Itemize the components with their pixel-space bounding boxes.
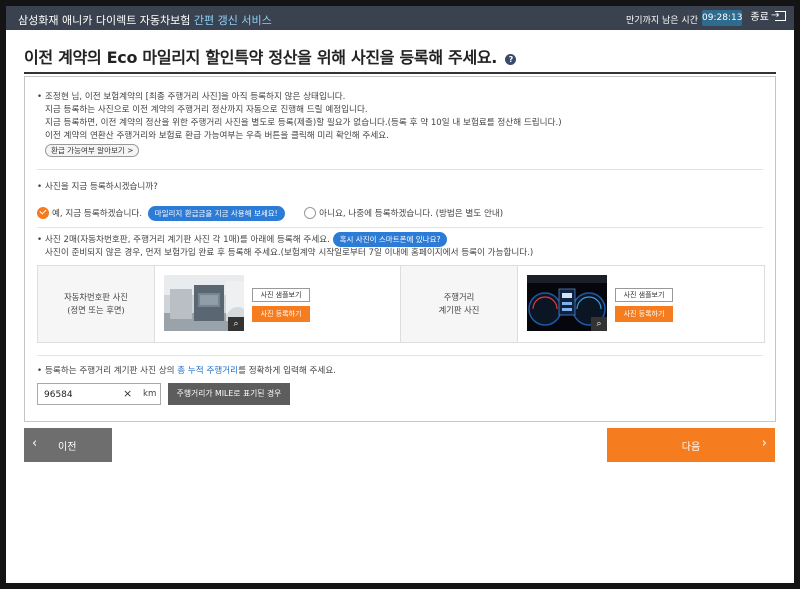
page-title-text: 이전 계약의 Eco 마일리지 할인특약 정산을 위해 사진을 등록해 주세요.	[24, 48, 498, 67]
notice-line-1: 조정현 님, 이전 보험계약의 [최종 주행거리 사진]을 아직 등록하지 않은…	[45, 92, 346, 102]
help-icon[interactable]: ?	[505, 54, 517, 65]
radio-unchecked-icon[interactable]	[304, 207, 317, 219]
register-question: • 사진을 지금 등록하시겠습니까?	[37, 182, 158, 192]
plate-photo-label-2: (정면 또는 후면)	[67, 305, 125, 315]
main-panel: • 조정현 님, 이전 보험계약의 [최종 주행거리 사진]을 아직 등록하지 않…	[24, 76, 776, 422]
option-no[interactable]: 아니요, 나중에 등록하겠습니다. (방법은 별도 안내)	[304, 207, 504, 219]
mileage-field[interactable]: × km	[37, 383, 161, 405]
section-divider	[37, 355, 763, 356]
exit-label: 종료	[750, 12, 769, 23]
gauge-register-button[interactable]: 사진 등록하기	[615, 306, 673, 322]
mileage-prompt-after: 를 정확하게 입력해 주세요.	[238, 366, 336, 376]
mileage-prompt: • 등록하는 주행거리 계기판 사진 상의 총 누적 주행거리를 정확하게 입력해…	[37, 366, 336, 376]
plate-sample-button[interactable]: 사진 샘플보기	[252, 288, 310, 302]
option-yes[interactable]: 예, 지금 등록하겠습니다.	[37, 207, 145, 219]
gauge-photo-thumbnail[interactable]: ⌕	[527, 275, 607, 331]
photo-instruction: • 사진 2매(자동차번호판, 주행거리 계기판 사진 각 1매)를 아래에 등록…	[37, 232, 533, 260]
exit-button[interactable]: 종료	[750, 8, 786, 26]
notice-line-3: 지금 등록하면, 이전 계약의 정산을 위한 주행거리 사진을 별도로 등록(제…	[45, 118, 562, 128]
option-no-label: 아니요, 나중에 등록하겠습니다. (방법은 별도 안내)	[319, 209, 504, 219]
chevron-left-icon: ‹	[32, 436, 38, 451]
mileage-prompt-before: 등록하는 주행거리 계기판 사진 상의	[45, 366, 178, 376]
plate-register-button[interactable]: 사진 등록하기	[252, 306, 310, 322]
notice-section: • 조정현 님, 이전 보험계약의 [최종 주행거리 사진]을 아직 등록하지 않…	[37, 92, 562, 157]
mileage-unit: km	[143, 389, 157, 399]
smartphone-photo-pill[interactable]: 혹시 사진이 스마트폰에 있나요?	[332, 232, 448, 247]
countdown-timer: 09:28:13	[702, 10, 742, 26]
next-label: 다음	[681, 442, 701, 453]
section-divider	[37, 227, 763, 228]
top-bar: 삼성화재 애니카 다이렉트 자동차보험 간편 갱신 서비스 만기까지 남은 시간…	[6, 6, 794, 30]
next-button[interactable]: 다음 ›	[607, 428, 775, 462]
plate-photo-label-1: 자동차번호판 사진	[64, 292, 128, 302]
mileage-input[interactable]	[44, 387, 114, 402]
plate-photo-label: 자동차번호판 사진 (정면 또는 후면)	[38, 266, 154, 342]
register-options: 예, 지금 등록하겠습니다. 마일리지 환급금을 지금 사용해 보세요! 아니요…	[37, 206, 503, 222]
photo-instruction-line-2: 사진이 준비되지 않은 경우, 먼저 보험가입 완료 후 등록해 주세요.(보험…	[45, 248, 534, 258]
search-icon[interactable]: ⌕	[591, 317, 607, 331]
app-title-text: 삼성화재 애니카 다이렉트 자동차보험	[18, 14, 191, 27]
prev-button[interactable]: ‹ 이전	[24, 428, 112, 462]
exit-icon	[771, 8, 786, 24]
photo-upload-table: 자동차번호판 사진 (정면 또는 후면) ⌕ 사진 샘플보기 사진 등록하기 주…	[37, 265, 765, 343]
refund-check-button[interactable]: 환급 가능여부 알아보기 >	[45, 144, 140, 157]
register-question-text: 사진을 지금 등록하시겠습니까?	[45, 182, 158, 192]
prev-label: 이전	[58, 442, 77, 453]
section-divider	[37, 169, 763, 170]
title-divider	[24, 72, 776, 74]
app-title-accent: 간편 갱신 서비스	[193, 14, 272, 27]
mileage-prompt-highlight: 총 누적 주행거리	[177, 366, 239, 376]
page-title: 이전 계약의 Eco 마일리지 할인특약 정산을 위해 사진을 등록해 주세요.…	[24, 44, 517, 68]
notice-line-2: 지금 등록하는 사진으로 이전 계약의 주행거리 정산까지 자동으로 진행해 드…	[45, 105, 368, 115]
plate-photo-thumbnail[interactable]: ⌕	[164, 275, 244, 331]
remaining-time-label: 만기까지 남은 시간	[626, 16, 698, 26]
gauge-photo-label: 주행거리 계기판 사진	[401, 266, 517, 342]
notice-line-4: 이전 계약의 연환산 주행거리와 보험료 환급 가능여부는 우측 버튼을 클릭해…	[45, 131, 389, 141]
app-frame: 삼성화재 애니카 다이렉트 자동차보험 간편 갱신 서비스 만기까지 남은 시간…	[6, 6, 794, 583]
chevron-right-icon: ›	[761, 436, 767, 451]
photo-instruction-line-1: 사진 2매(자동차번호판, 주행거리 계기판 사진 각 1매)를 아래에 등록해…	[45, 235, 330, 245]
clear-icon[interactable]: ×	[123, 387, 132, 400]
mile-unit-button[interactable]: 주행거리가 MILE로 표기된 경우	[168, 383, 290, 405]
option-yes-label: 예, 지금 등록하겠습니다.	[52, 209, 142, 219]
radio-checked-icon[interactable]	[37, 207, 49, 219]
search-icon[interactable]: ⌕	[228, 317, 244, 331]
gauge-sample-button[interactable]: 사진 샘플보기	[615, 288, 673, 302]
gauge-photo-label-2: 계기판 사진	[438, 305, 480, 315]
app-title: 삼성화재 애니카 다이렉트 자동차보험 간편 갱신 서비스	[18, 12, 272, 28]
gauge-photo-label-1: 주행거리	[443, 292, 475, 302]
mileage-refund-pill[interactable]: 마일리지 환급금을 지금 사용해 보세요!	[147, 206, 285, 221]
